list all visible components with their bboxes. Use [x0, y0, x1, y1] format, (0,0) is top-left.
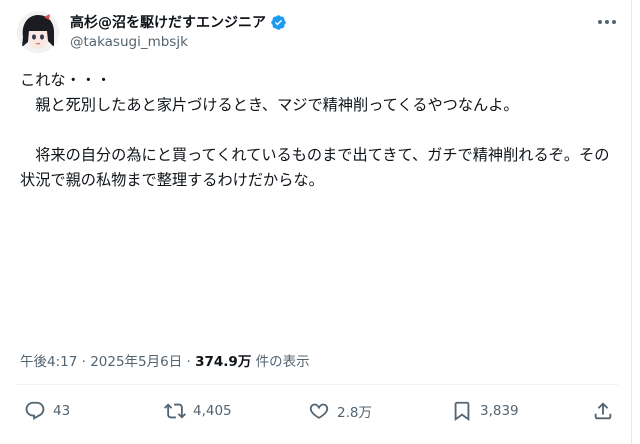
views-count: 374.9万	[195, 354, 252, 370]
like-count: 2.8万	[337, 405, 372, 421]
author-display-name[interactable]: 高杉@沼を駆けだすエンジニア	[70, 12, 266, 32]
avatar-anime-girl-icon	[17, 11, 59, 53]
retweet-button[interactable]: 4,405	[164, 400, 232, 422]
reply-count: 43	[53, 403, 71, 419]
tweet-card: 高杉@沼を駆けだすエンジニア @takasugi_mbsjk これな・・・ 親と…	[0, 0, 632, 444]
like-button[interactable]: 2.8万	[308, 400, 372, 422]
reply-icon	[24, 400, 46, 422]
tweet-date[interactable]: 2025年5月6日	[90, 354, 182, 370]
views-label: 件の表示	[251, 354, 310, 370]
divider	[16, 384, 618, 385]
retweet-count: 4,405	[193, 403, 232, 419]
tweet-text: これな・・・ 親と死別したあと家片づけるとき、マジで精神削ってくるやつなんよ。 …	[20, 71, 610, 189]
meta-separator: ·	[182, 354, 196, 370]
author-handle[interactable]: @takasugi_mbsjk	[70, 34, 188, 50]
meta-separator: ·	[77, 354, 91, 370]
tweet-time[interactable]: 午後4:17	[20, 354, 77, 370]
share-button[interactable]	[592, 400, 614, 422]
heart-icon	[308, 400, 330, 422]
more-options-icon[interactable]	[596, 14, 618, 30]
bookmark-button[interactable]: 3,839	[451, 400, 519, 422]
share-icon	[592, 400, 614, 422]
retweet-icon	[164, 400, 186, 422]
avatar[interactable]	[17, 11, 59, 53]
reply-button[interactable]: 43	[24, 400, 70, 422]
tweet-meta: 午後4:17 · 2025年5月6日 · 374.9万 件の表示	[20, 350, 310, 370]
author-name-row[interactable]: 高杉@沼を駆けだすエンジニア	[70, 12, 287, 32]
bookmark-icon	[451, 400, 473, 422]
bookmark-count: 3,839	[480, 403, 519, 419]
verified-badge-icon	[270, 14, 287, 31]
